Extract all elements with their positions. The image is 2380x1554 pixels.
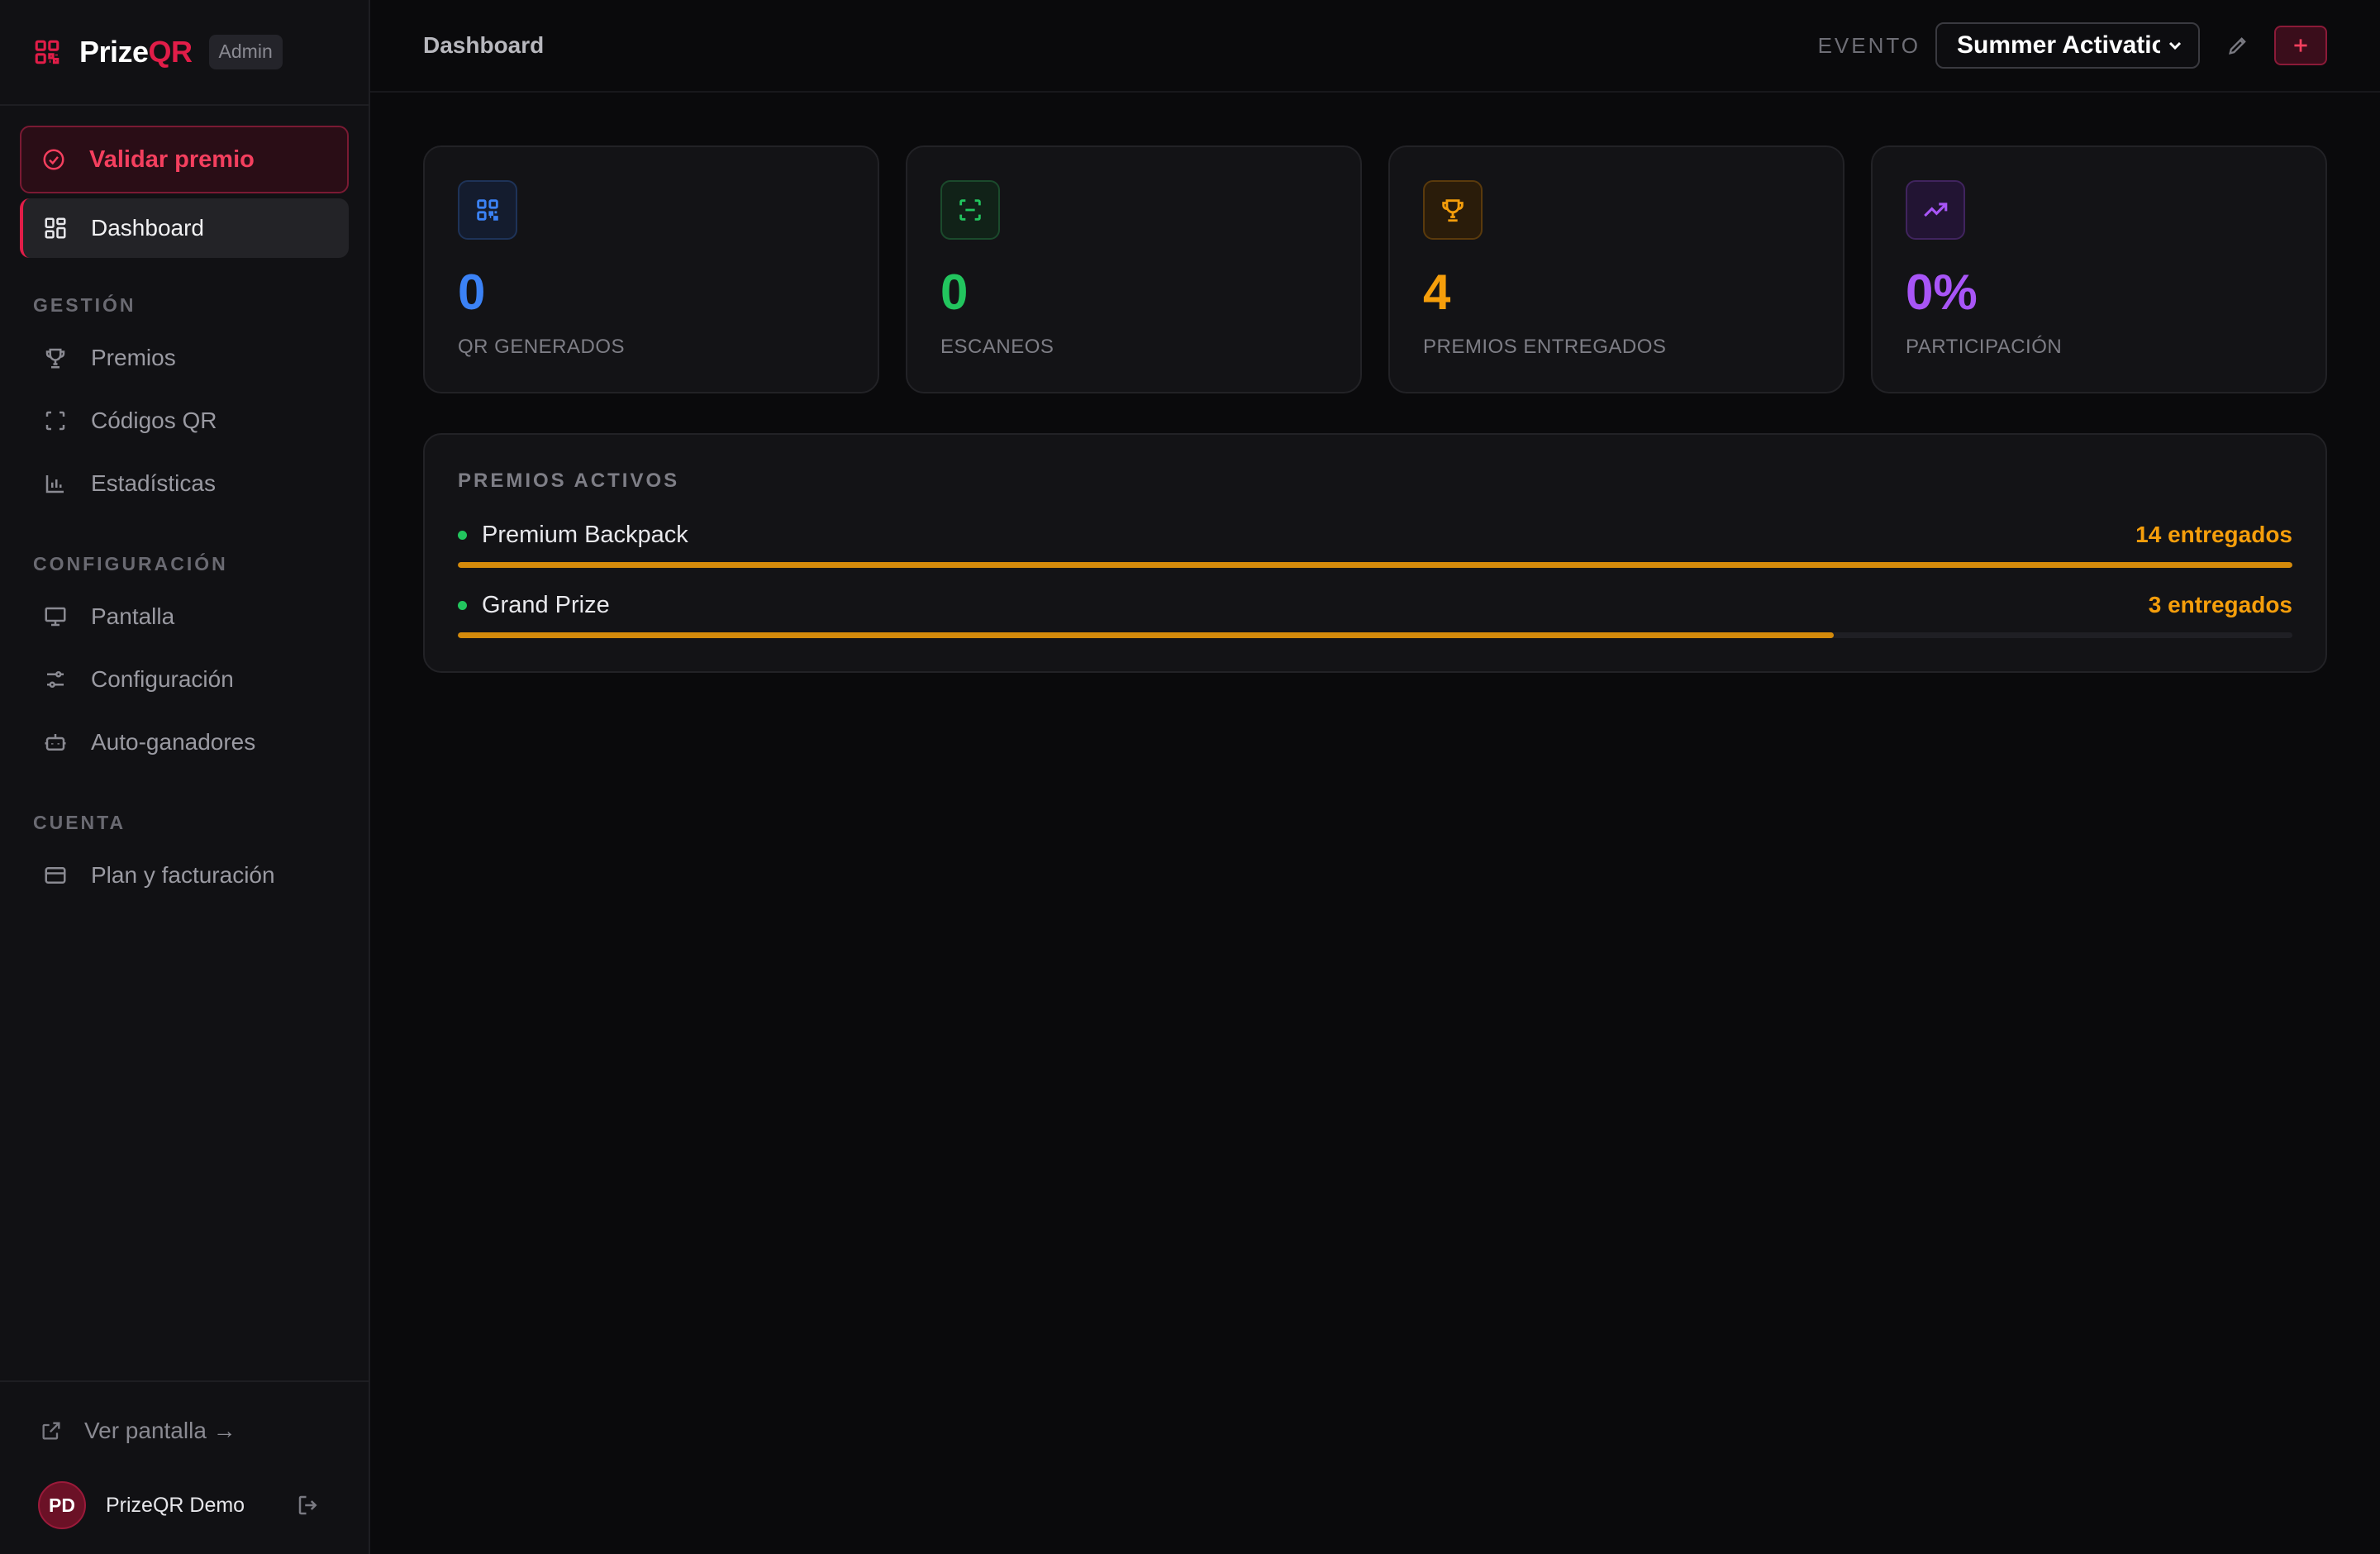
check-circle-icon <box>41 147 66 172</box>
main-area: Dashboard EVENTO Summer Activation 0 QR … <box>370 0 2380 1554</box>
view-screen-label: Ver pantalla → <box>84 1418 236 1443</box>
external-link-icon <box>40 1419 63 1442</box>
stat-label: PREMIOS ENTREGADOS <box>1423 336 1667 358</box>
stat-card-prizes-delivered: 4 PREMIOS ENTREGADOS <box>1388 145 1844 393</box>
monitor-icon <box>43 604 68 629</box>
sidebar-item-codigos-qr[interactable]: Códigos QR <box>20 391 349 450</box>
stat-value: 0 <box>458 265 486 320</box>
sidebar-item-label: Configuración <box>91 666 234 692</box>
prize-progress-fill <box>458 562 2292 568</box>
sliders-icon <box>43 667 68 692</box>
sidebar-item-pantalla[interactable]: Pantalla <box>20 587 349 646</box>
event-select-value: Summer Activation <box>1957 31 2160 59</box>
user-row: PD PrizeQR Demo <box>20 1481 349 1529</box>
trophy-icon <box>1423 180 1483 240</box>
prize-count: 14 entregados <box>2135 522 2292 547</box>
active-prizes-card: PREMIOS ACTIVOS Premium Backpack 14 entr… <box>423 433 2327 673</box>
validate-prize-label: Validar premio <box>89 145 255 173</box>
sidebar-item-label: Pantalla <box>91 603 175 629</box>
sidebar-nav: Validar premio Dashboard GESTIÓN Premios <box>0 106 369 1380</box>
pencil-icon <box>2226 34 2249 57</box>
stat-label: ESCANEOS <box>940 336 1054 358</box>
page-title: Dashboard <box>423 32 545 58</box>
trending-up-icon <box>1906 180 1965 240</box>
brand-name[interactable]: PrizeQR <box>79 35 193 69</box>
add-event-button[interactable] <box>2274 26 2327 65</box>
stat-label: PARTICIPACIÓN <box>1906 336 2063 358</box>
dashboard-content: 0 QR GENERADOS 0 ESCANEOS 4 PREMIOS ENTR… <box>370 93 2380 673</box>
sidebar-item-label: Dashboard <box>91 215 204 241</box>
sidebar-item-label: Plan y facturación <box>91 862 275 888</box>
trophy-icon <box>43 346 68 370</box>
credit-card-icon <box>43 863 68 888</box>
scan-icon <box>43 408 68 433</box>
stat-value: 0 <box>940 265 969 320</box>
sidebar-item-estadisticas[interactable]: Estadísticas <box>20 454 349 513</box>
chevron-down-icon <box>2165 36 2185 55</box>
brand-name-accent: QR <box>148 35 193 69</box>
stat-card-scans: 0 ESCANEOS <box>906 145 1362 393</box>
sidebar-item-label: Premios <box>91 345 176 370</box>
prize-name: Premium Backpack <box>482 521 688 548</box>
scan-icon <box>940 180 1000 240</box>
avatar[interactable]: PD <box>38 1481 86 1529</box>
sidebar-footer: Ver pantalla → PD PrizeQR Demo <box>0 1380 369 1554</box>
prize-progress-bar <box>458 562 2292 568</box>
plus-icon <box>2290 35 2311 56</box>
top-bar: Dashboard EVENTO Summer Activation <box>370 0 2380 93</box>
prize-progress-fill <box>458 632 1834 638</box>
active-prizes-title: PREMIOS ACTIVOS <box>458 470 680 492</box>
list-item: Premium Backpack 14 entregados <box>458 521 2292 568</box>
admin-badge: Admin <box>208 35 283 69</box>
sidebar-item-dashboard[interactable]: Dashboard <box>20 198 349 258</box>
section-title-gestion: GESTIÓN <box>33 294 136 316</box>
sidebar-item-label: Códigos QR <box>91 408 217 433</box>
stat-value: 0% <box>1906 265 1978 320</box>
sidebar-item-configuracion[interactable]: Configuración <box>20 650 349 709</box>
stat-card-qr-generated: 0 QR GENERADOS <box>423 145 879 393</box>
edit-event-button[interactable] <box>2221 29 2254 62</box>
qr-logo-icon <box>33 38 61 66</box>
sidebar-item-auto-ganadores[interactable]: Auto-ganadores <box>20 713 349 772</box>
validate-prize-button[interactable]: Validar premio <box>20 126 349 193</box>
brand-name-main: Prize <box>79 35 149 69</box>
brand-header: PrizeQR Admin <box>0 0 369 106</box>
user-name: PrizeQR Demo <box>106 1493 245 1517</box>
logout-icon[interactable] <box>296 1493 321 1518</box>
bot-icon <box>43 730 68 755</box>
sidebar-item-premios[interactable]: Premios <box>20 328 349 388</box>
prize-name: Grand Prize <box>482 591 610 618</box>
section-title-cuenta: CUENTA <box>33 812 126 833</box>
stats-row: 0 QR GENERADOS 0 ESCANEOS 4 PREMIOS ENTR… <box>423 145 2327 393</box>
prize-count: 3 entregados <box>2148 592 2292 617</box>
stat-value: 4 <box>1423 265 1451 320</box>
sidebar-item-label: Estadísticas <box>91 470 216 496</box>
stat-label: QR GENERADOS <box>458 336 626 358</box>
list-item: Grand Prize 3 entregados <box>458 591 2292 638</box>
view-screen-link[interactable]: Ver pantalla → <box>20 1410 349 1452</box>
sidebar-item-plan-facturacion[interactable]: Plan y facturación <box>20 846 349 905</box>
event-label: EVENTO <box>1817 32 1921 58</box>
prize-progress-bar <box>458 632 2292 638</box>
bar-chart-icon <box>43 471 68 496</box>
section-title-configuracion: CONFIGURACIÓN <box>33 553 228 574</box>
stat-card-participation: 0% PARTICIPACIÓN <box>1871 145 2327 393</box>
dashboard-icon <box>43 216 68 241</box>
status-dot <box>458 530 467 540</box>
qr-code-icon <box>458 180 517 240</box>
status-dot <box>458 600 467 610</box>
sidebar: PrizeQR Admin Validar premio Dashboard G… <box>0 0 370 1554</box>
event-select[interactable]: Summer Activation <box>1935 22 2200 69</box>
app-root: PrizeQR Admin Validar premio Dashboard G… <box>0 0 2380 1554</box>
sidebar-item-label: Auto-ganadores <box>91 729 256 755</box>
